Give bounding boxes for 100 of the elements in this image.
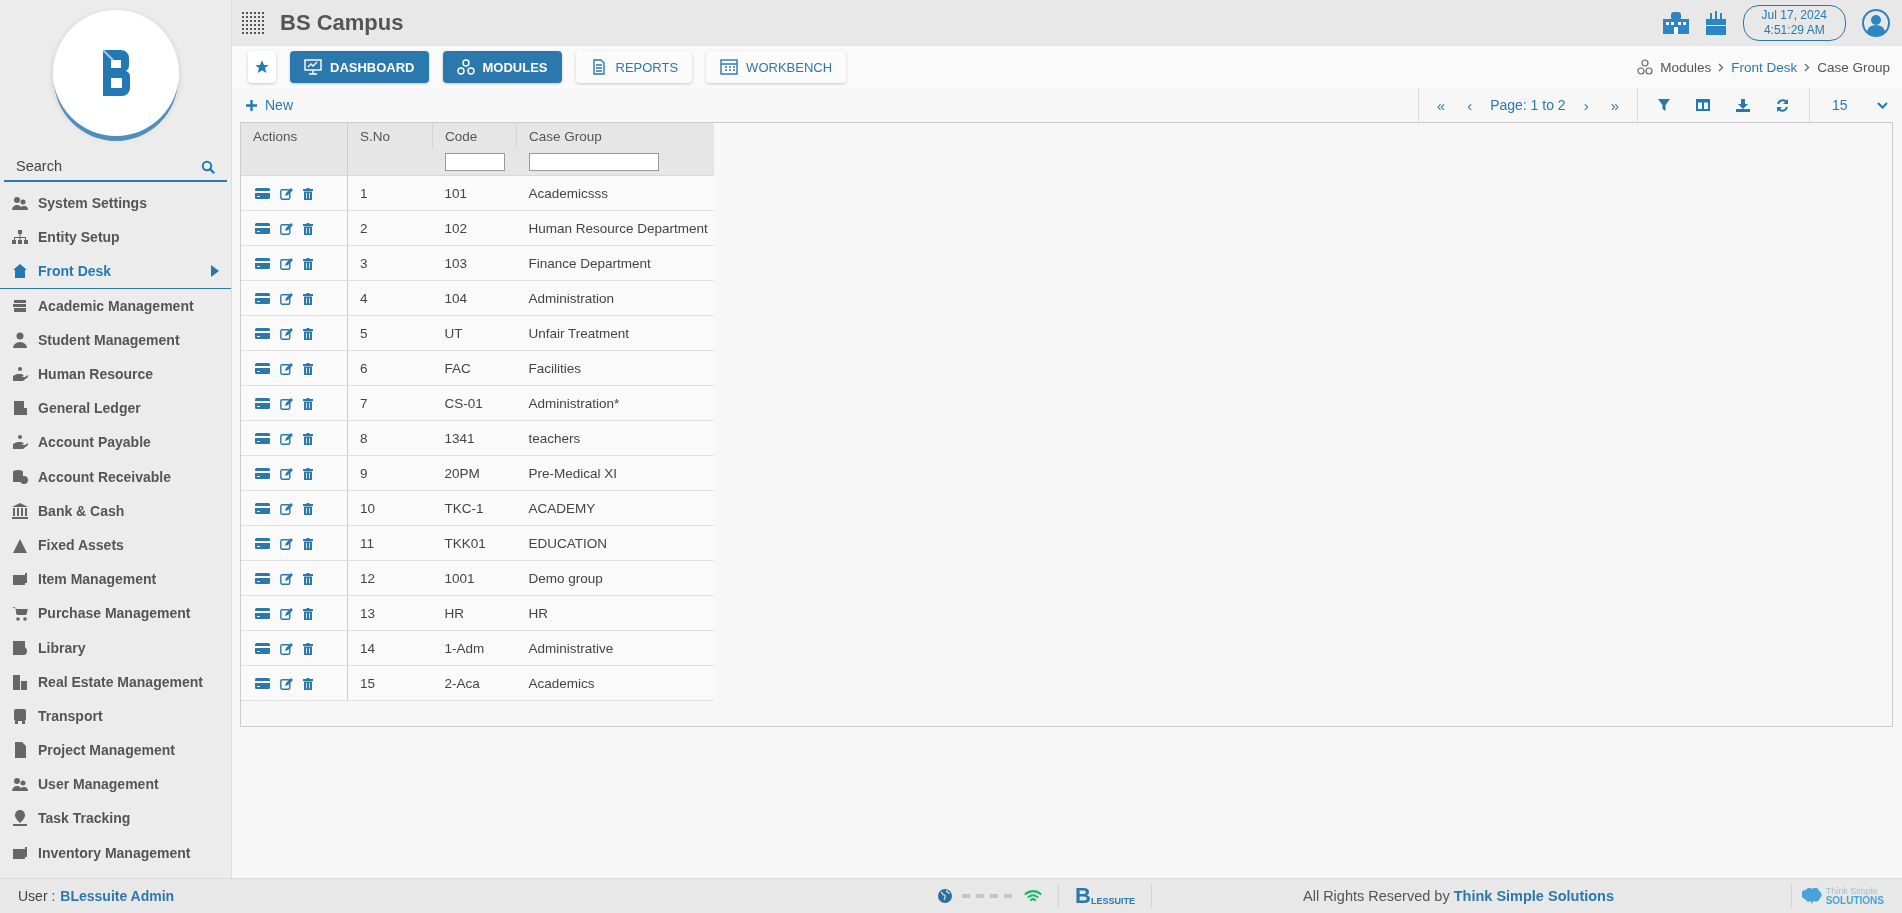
column-header[interactable]: Code <box>432 123 517 149</box>
trash-icon[interactable] <box>302 467 313 480</box>
sidebar-item[interactable]: Account Payable <box>0 425 231 460</box>
sidebar-item[interactable]: System Settings <box>0 186 231 221</box>
person-icon <box>12 331 28 348</box>
trash-icon[interactable] <box>302 677 313 690</box>
sidebar-item[interactable]: General Ledger <box>0 391 231 426</box>
cake-icon[interactable] <box>1704 11 1727 35</box>
sidebar-item[interactable]: Human Resource <box>0 356 231 392</box>
trash-icon[interactable] <box>302 607 313 620</box>
nav-button[interactable]: DASHBOARD <box>290 51 429 83</box>
sidebar-item[interactable]: User Management <box>0 767 231 802</box>
sidebar-item[interactable]: Student Management <box>0 322 231 357</box>
search-field[interactable]: Search <box>4 152 227 182</box>
edit-icon[interactable] <box>279 432 293 445</box>
edit-icon[interactable] <box>279 467 293 480</box>
favorites-button[interactable] <box>248 51 276 83</box>
connection-dashes-icon <box>962 894 1014 898</box>
nav-button[interactable]: WORKBENCH <box>706 51 847 83</box>
refresh-icon[interactable] <box>1776 98 1789 112</box>
edit-icon[interactable] <box>279 677 293 690</box>
sidebar-item[interactable]: Task Tracking <box>0 801 231 836</box>
school-building-icon[interactable] <box>1662 12 1689 34</box>
column-header[interactable]: Case Group <box>516 123 714 149</box>
user-avatar-icon[interactable] <box>1862 9 1890 37</box>
sidebar-item[interactable]: Entity Setup <box>0 220 231 255</box>
sidebar-item[interactable]: Account Receivable <box>0 459 231 494</box>
sidebar-item[interactable]: Item Management <box>0 562 231 597</box>
last-page-button[interactable]: » <box>1606 96 1623 114</box>
sidebar-item[interactable]: Library <box>0 630 231 665</box>
card-icon[interactable] <box>255 538 270 550</box>
card-icon[interactable] <box>255 503 270 515</box>
card-icon[interactable] <box>255 258 270 270</box>
chevron-right-icon <box>1718 62 1725 72</box>
card-icon[interactable] <box>255 398 270 410</box>
column-header[interactable]: Actions <box>241 123 348 149</box>
edit-icon[interactable] <box>279 537 293 550</box>
nav-button[interactable]: REPORTS <box>575 51 693 83</box>
card-icon[interactable] <box>255 223 270 235</box>
table-cell: 14 <box>347 630 433 666</box>
filter-input[interactable] <box>528 153 659 171</box>
filter-icon[interactable] <box>1658 99 1670 111</box>
trash-icon[interactable] <box>302 257 313 270</box>
trash-icon[interactable] <box>302 432 313 445</box>
trash-icon[interactable] <box>302 537 313 550</box>
card-icon[interactable] <box>255 643 270 655</box>
edit-icon[interactable] <box>279 607 293 620</box>
trash-icon[interactable] <box>302 572 313 585</box>
card-icon[interactable] <box>255 293 270 305</box>
card-icon[interactable] <box>255 608 270 620</box>
trash-icon[interactable] <box>302 292 313 305</box>
trash-icon[interactable] <box>302 222 313 235</box>
previous-page-button[interactable]: ‹ <box>1463 96 1477 114</box>
trash-icon[interactable] <box>302 502 313 515</box>
sidebar-item[interactable]: Front Desk <box>0 254 231 289</box>
first-page-button[interactable]: « <box>1432 96 1450 114</box>
next-page-button[interactable]: › <box>1579 96 1593 114</box>
filter-input[interactable] <box>444 153 505 171</box>
trash-icon[interactable] <box>302 397 313 410</box>
card-icon[interactable] <box>255 328 270 340</box>
trash-icon[interactable] <box>302 187 313 200</box>
page-size-dropdown[interactable]: 15 <box>1824 97 1902 113</box>
nav-button[interactable]: MODULES <box>442 51 562 83</box>
search-icon[interactable] <box>201 160 215 174</box>
edit-icon[interactable] <box>279 222 293 235</box>
breadcrumb-link[interactable]: Modules <box>1660 59 1712 75</box>
trash-icon[interactable] <box>302 642 313 655</box>
apps-grid-icon[interactable] <box>242 12 264 34</box>
trash-icon[interactable] <box>302 327 313 340</box>
trash-icon[interactable] <box>302 362 313 375</box>
card-icon[interactable] <box>255 433 270 445</box>
edit-icon[interactable] <box>279 572 293 585</box>
edit-icon[interactable] <box>279 502 293 515</box>
sidebar-item[interactable]: Purchase Management <box>0 596 231 631</box>
edit-icon[interactable] <box>279 327 293 340</box>
columns-icon[interactable] <box>1696 99 1710 111</box>
edit-icon[interactable] <box>279 397 293 410</box>
edit-icon[interactable] <box>279 187 293 200</box>
sidebar-item[interactable]: Bank & Cash <box>0 493 231 528</box>
breadcrumb-link[interactable]: Case Group <box>1817 59 1890 75</box>
column-header[interactable]: S.No <box>347 123 433 149</box>
table-cell: 12 <box>347 560 433 596</box>
download-icon[interactable] <box>1736 98 1750 112</box>
card-icon[interactable] <box>255 678 270 690</box>
sidebar-item[interactable]: Fixed Assets <box>0 527 231 563</box>
sidebar-item[interactable]: Academic Management <box>0 288 231 323</box>
edit-icon[interactable] <box>279 257 293 270</box>
edit-icon[interactable] <box>279 362 293 375</box>
new-button[interactable]: New <box>242 97 297 113</box>
edit-icon[interactable] <box>279 292 293 305</box>
sidebar-item[interactable]: Inventory Management <box>0 835 231 870</box>
sidebar-item[interactable]: Real Estate Management <box>0 664 231 699</box>
card-icon[interactable] <box>255 573 270 585</box>
card-icon[interactable] <box>255 188 270 200</box>
breadcrumb-link[interactable]: Front Desk <box>1731 59 1798 75</box>
edit-icon[interactable] <box>279 642 293 655</box>
card-icon[interactable] <box>255 468 270 480</box>
sidebar-item[interactable]: Project Management <box>0 733 231 768</box>
sidebar-item[interactable]: Transport <box>0 698 231 733</box>
card-icon[interactable] <box>255 363 270 375</box>
